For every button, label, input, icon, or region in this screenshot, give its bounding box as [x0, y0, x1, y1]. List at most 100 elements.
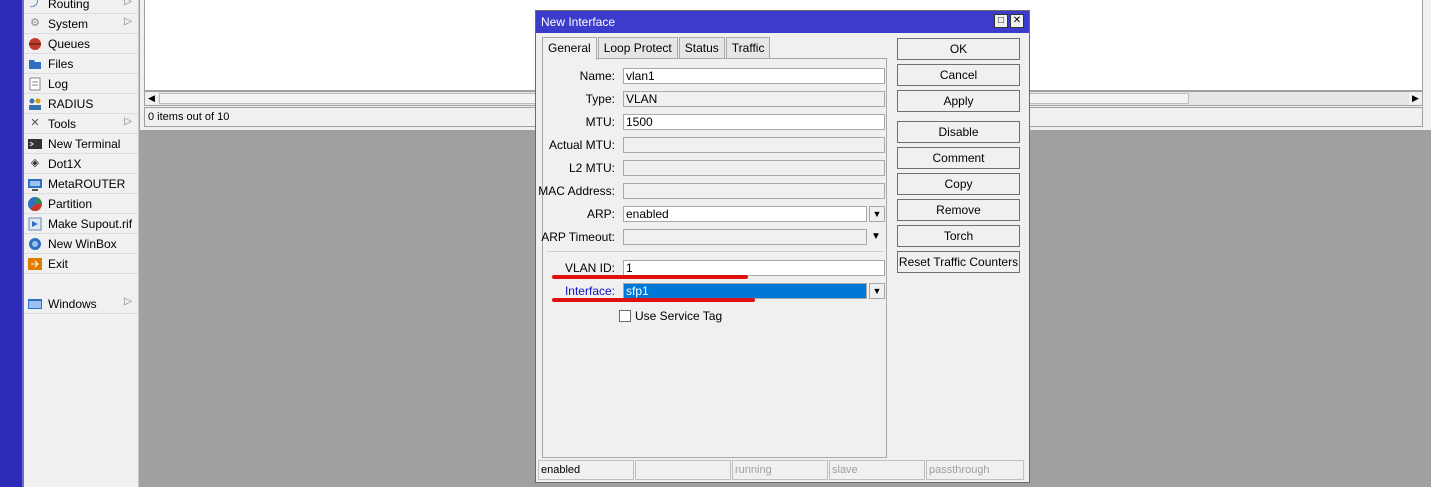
- sidebar-item-radius[interactable]: RADIUS: [24, 94, 138, 114]
- vlan-id-label: VLAN ID:: [564, 261, 615, 275]
- tab-loop-protect[interactable]: Loop Protect: [597, 37, 678, 59]
- apply-button[interactable]: Apply: [897, 90, 1020, 112]
- radius-icon: [28, 97, 42, 111]
- dot1x-icon: ◈: [30, 157, 40, 169]
- vlan-id-annotation-underline: [552, 275, 748, 279]
- arp-timeout-dropdown-icon[interactable]: ▼: [871, 231, 881, 242]
- mtu-label: MTU:: [585, 115, 615, 129]
- sidebar-item-make-supout[interactable]: Make Supout.rif: [24, 214, 138, 234]
- status-slave: slave: [829, 460, 925, 480]
- mac-address-label: MAC Address:: [538, 184, 615, 198]
- sidebar-item-system[interactable]: ⚙ System ▷: [24, 14, 138, 34]
- sidebar-item-queues[interactable]: Queues: [24, 34, 138, 54]
- submenu-arrow-icon: ▷: [124, 116, 132, 127]
- sidebar-item-routing[interactable]: ⤴ Routing ▷: [24, 0, 138, 14]
- name-label: Name:: [579, 69, 615, 83]
- dialog-title: New Interface: [541, 15, 616, 29]
- tab-traffic[interactable]: Traffic: [725, 37, 771, 59]
- windows-icon: [28, 297, 42, 311]
- sidebar-item-label: Routing: [48, 0, 90, 11]
- close-icon[interactable]: ✕: [1010, 14, 1024, 28]
- actual-mtu-label: Actual MTU:: [548, 138, 615, 152]
- name-field[interactable]: vlan1: [623, 68, 885, 84]
- sidebar-item-partition[interactable]: Partition: [24, 194, 138, 214]
- sidebar-item-new-winbox[interactable]: New WinBox: [24, 234, 138, 254]
- sidebar-item-label: Windows: [48, 296, 97, 311]
- supout-icon: [28, 217, 42, 231]
- log-icon: [28, 77, 42, 91]
- general-panel: Name: vlan1 Type: VLAN MTU: 1500 Actual …: [538, 58, 887, 458]
- arp-select[interactable]: enabled: [623, 206, 867, 222]
- use-service-tag-checkbox[interactable]: [619, 310, 631, 322]
- sidebar-item-label: New WinBox: [48, 236, 117, 251]
- sidebar-item-metarouter[interactable]: MetaROUTER: [24, 174, 138, 194]
- tab-general[interactable]: General: [542, 37, 597, 60]
- terminal-icon: [28, 137, 42, 151]
- section-divider: [547, 251, 884, 252]
- new-interface-dialog: New Interface □ ✕ General Loop Protect S…: [535, 10, 1030, 483]
- arp-timeout-label: ARP Timeout:: [541, 230, 615, 244]
- mac-address-field: [623, 183, 885, 199]
- sidebar-item-label: Dot1X: [48, 156, 82, 171]
- sidebar-item-label: Tools: [48, 116, 77, 131]
- mtu-field[interactable]: 1500: [623, 114, 885, 130]
- interface-select[interactable]: sfp1: [623, 283, 867, 299]
- sidebar-item-label: RADIUS: [48, 96, 94, 111]
- gear-icon: ⚙: [30, 17, 40, 29]
- interface-label: Interface:: [564, 284, 615, 298]
- use-service-tag-label: Use Service Tag: [635, 309, 723, 323]
- sidebar-item-tools[interactable]: ✕ Tools ▷: [24, 114, 138, 134]
- type-label: Type:: [585, 92, 615, 106]
- partition-icon: [28, 196, 42, 211]
- arp-label: ARP:: [586, 207, 615, 221]
- copy-button[interactable]: Copy: [897, 173, 1020, 195]
- reset-traffic-counters-button[interactable]: Reset Traffic Counters: [897, 251, 1020, 273]
- submenu-arrow-icon: ▷: [124, 296, 132, 307]
- sidebar-item-exit[interactable]: Exit: [24, 254, 138, 274]
- sidebar-menu: ⤴ Routing ▷ ⚙ System ▷ Queues Files Log …: [24, 0, 139, 487]
- ok-button[interactable]: OK: [897, 38, 1020, 60]
- sidebar-item-log[interactable]: Log: [24, 74, 138, 94]
- arp-timeout-field: [623, 229, 867, 245]
- tab-status[interactable]: Status: [678, 37, 725, 59]
- remove-button[interactable]: Remove: [897, 199, 1020, 221]
- submenu-arrow-icon: ▷: [124, 16, 132, 27]
- sidebar-item-label: Files: [48, 56, 74, 71]
- sidebar-item-dot1x[interactable]: ◈ Dot1X: [24, 154, 138, 174]
- submenu-arrow-icon: ▷: [124, 0, 132, 7]
- arp-dropdown-icon[interactable]: ▼: [869, 206, 885, 222]
- status-empty: [635, 460, 731, 480]
- scroll-right-icon[interactable]: ▶: [1409, 92, 1422, 105]
- scroll-left-icon[interactable]: ◀: [145, 92, 158, 105]
- dialog-titlebar[interactable]: New Interface □ ✕: [536, 11, 1029, 33]
- comment-button[interactable]: Comment: [897, 147, 1020, 169]
- torch-button[interactable]: Torch: [897, 225, 1020, 247]
- sidebar-item-label: MetaROUTER: [48, 176, 126, 191]
- left-window-strip: [0, 0, 24, 487]
- maximize-icon[interactable]: □: [994, 14, 1008, 28]
- exit-icon: [28, 257, 42, 271]
- sidebar-item-files[interactable]: Files: [24, 54, 138, 74]
- dialog-tabs: General Loop Protect Status Traffic: [542, 37, 771, 60]
- winbox-icon: [28, 237, 42, 251]
- l2-mtu-label: L2 MTU:: [568, 161, 615, 175]
- folder-icon: [28, 57, 42, 71]
- tools-icon: ✕: [30, 117, 40, 129]
- disable-button[interactable]: Disable: [897, 121, 1020, 143]
- routing-icon: ⤴: [29, 0, 41, 9]
- sidebar-item-label: Partition: [48, 196, 93, 211]
- status-enabled: enabled: [538, 460, 634, 480]
- sidebar-item-label: New Terminal: [48, 136, 121, 151]
- sidebar-item-windows[interactable]: Windows ▷: [24, 294, 138, 314]
- dialog-status-bar: enabled running slave passthrough: [538, 460, 1027, 480]
- status-passthrough: passthrough: [926, 460, 1024, 480]
- cancel-button[interactable]: Cancel: [897, 64, 1020, 86]
- sidebar-item-label: Exit: [48, 256, 69, 271]
- sidebar-item-new-terminal[interactable]: New Terminal: [24, 134, 138, 154]
- vlan-id-field[interactable]: 1: [623, 260, 885, 276]
- sidebar-item-label: Queues: [48, 36, 91, 51]
- queues-icon: [28, 37, 42, 51]
- interface-dropdown-icon[interactable]: ▼: [869, 283, 885, 299]
- sidebar-item-label: System: [48, 16, 89, 31]
- type-field: VLAN: [623, 91, 885, 107]
